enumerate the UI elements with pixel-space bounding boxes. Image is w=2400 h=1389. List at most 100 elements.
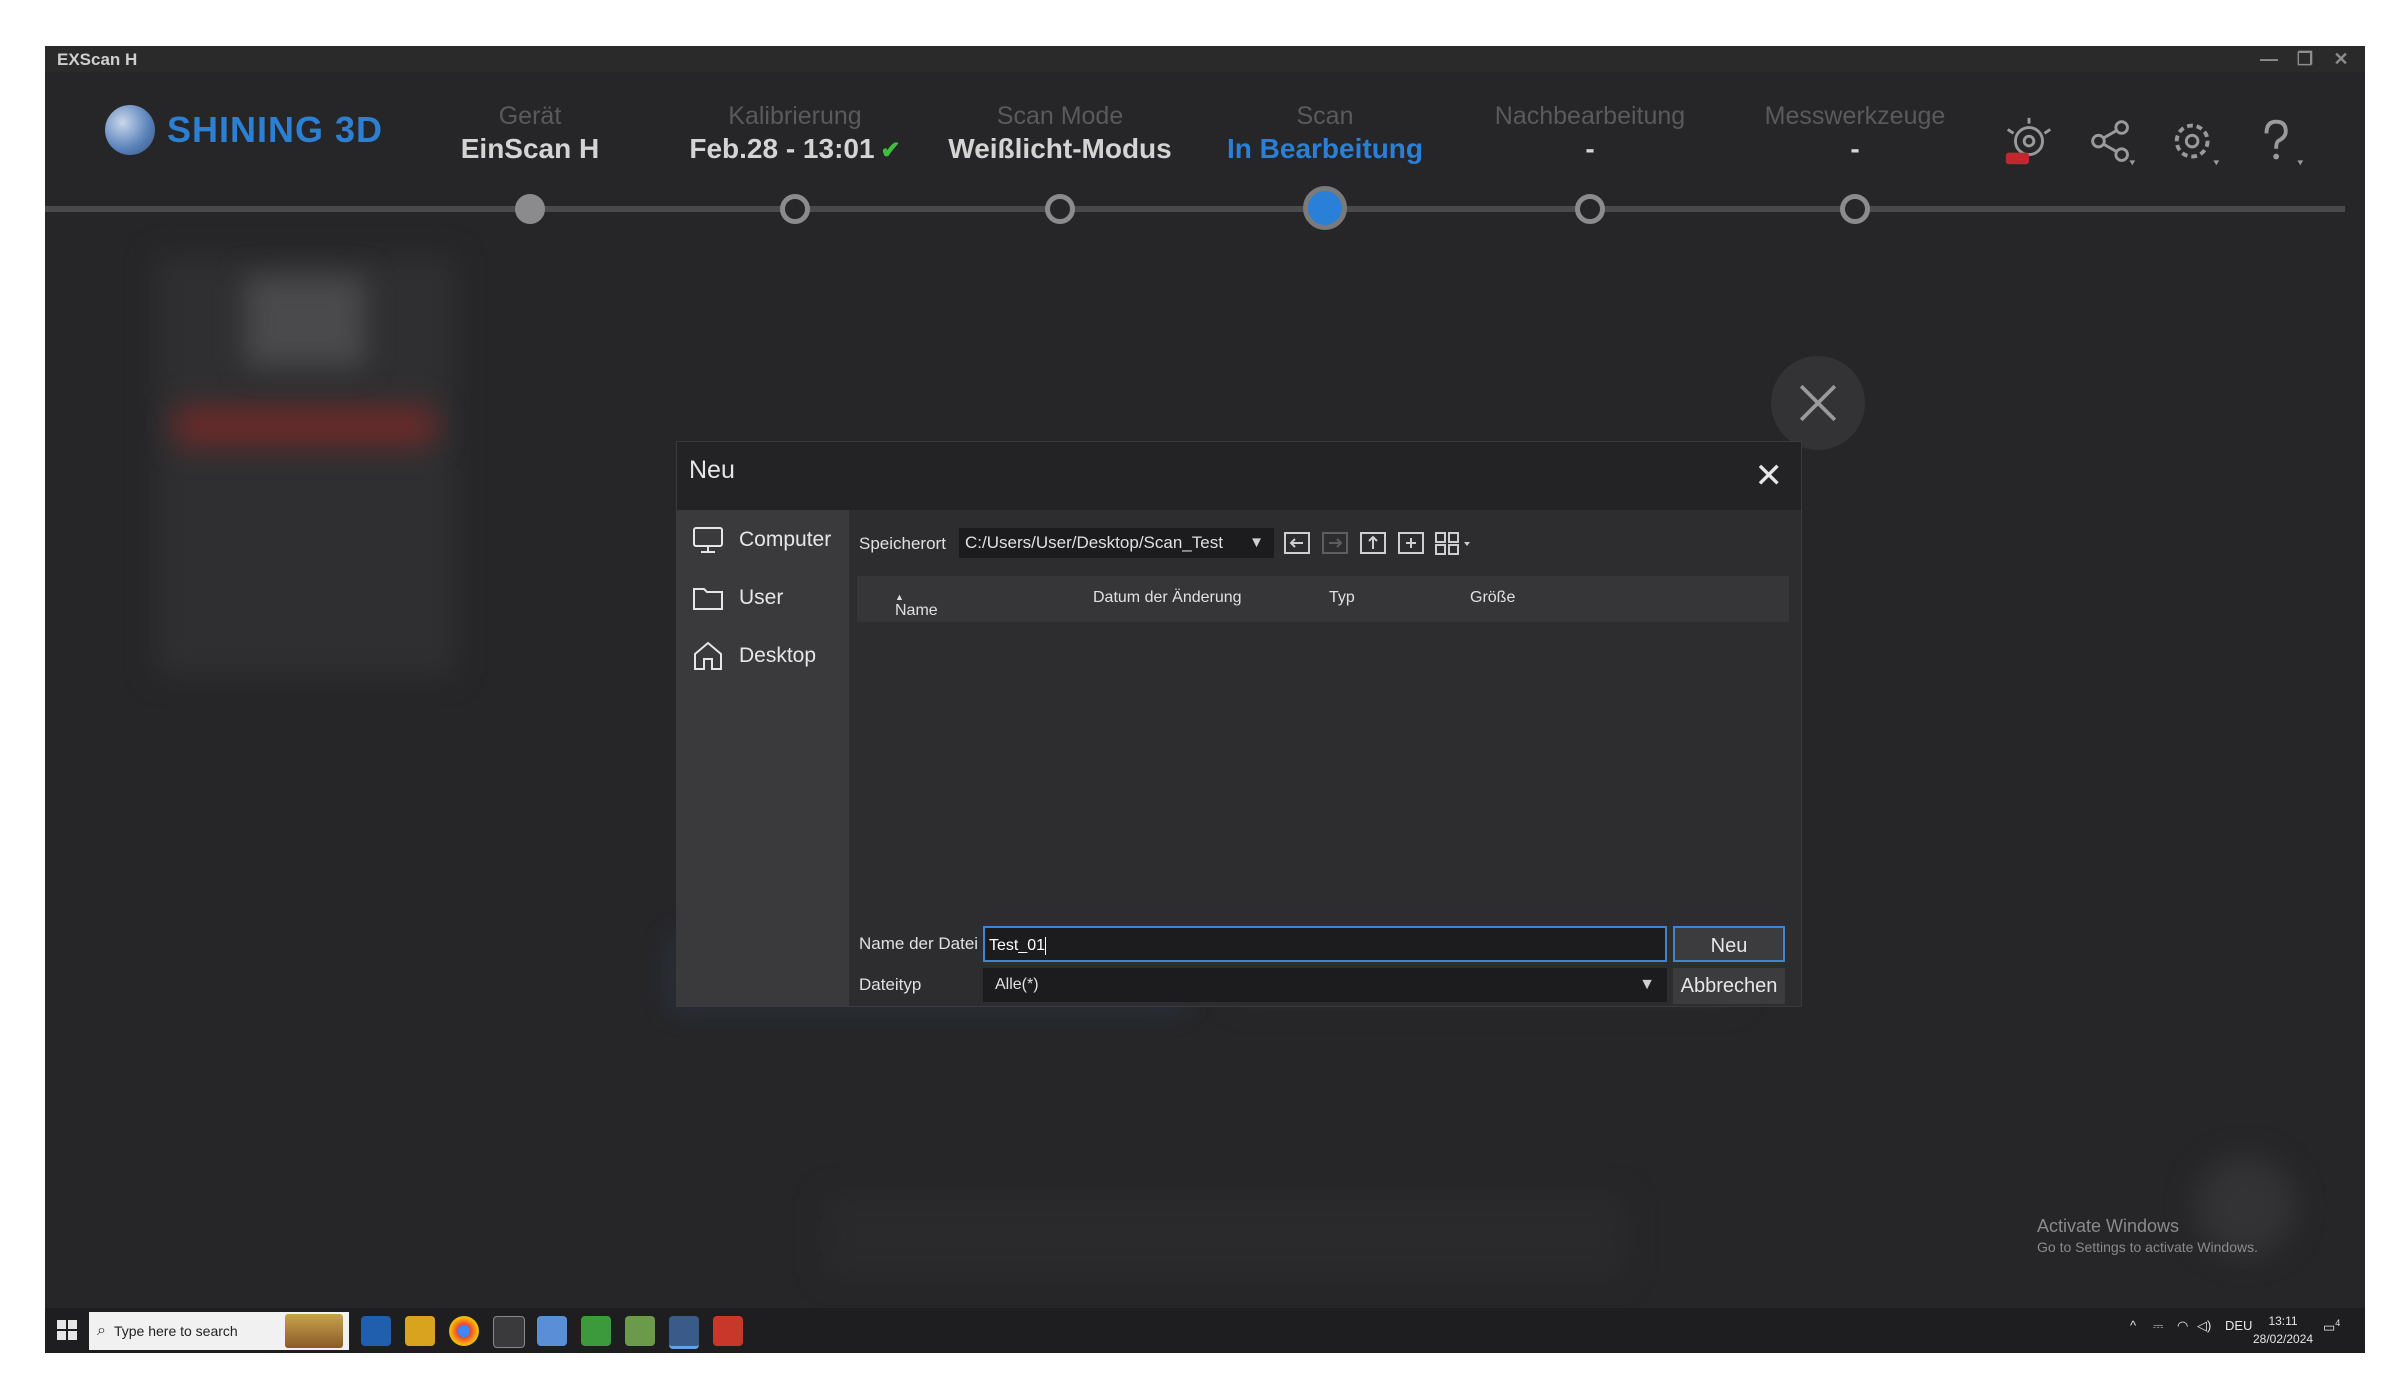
step-node-calibration[interactable] [780,194,810,224]
step-calibration[interactable]: Kalibrierung Feb.28 - 13:01 ✔ [645,102,945,165]
column-size[interactable]: Größe [1470,589,1515,607]
filetype-value: Alle(*) [995,976,1039,993]
step-post-processing[interactable]: Nachbearbeitung - [1440,102,1740,165]
dropdown-arrow-icon: ▼ [1249,534,1264,551]
minimize-button[interactable]: — [2251,46,2287,72]
gear-icon-svg [2174,123,2220,166]
dialog-main: Speicherort C:/Users/User/Desktop/Scan_T… [849,510,1801,1006]
step-label: Scan [1296,102,1354,130]
new-feature-icon[interactable] [2000,114,2070,184]
restore-button[interactable]: ❐ [2287,46,2323,72]
step-label: Kalibrierung [728,102,862,130]
step-scan[interactable]: Scan In Bearbeitung [1175,102,1475,165]
window-title: EXScan H [57,50,138,69]
close-overlay-button[interactable] [1771,356,1865,450]
parent-folder-button[interactable] [1357,528,1389,558]
clock-time: 13:11 [2268,1314,2298,1328]
step-label: Gerät [498,102,562,130]
sidebar-item-label: User [739,586,784,609]
file-explorer-app-icon[interactable] [405,1316,435,1346]
network-icon[interactable]: ⎓ [2153,1318,2163,1334]
sidebar-item-desktop[interactable]: Desktop [677,630,849,682]
back-button[interactable] [1281,528,1313,558]
shining3d-app-icon[interactable] [713,1316,743,1346]
blurred-element [245,276,365,366]
check-icon: ✔ [880,137,901,164]
step-value-wrap: Feb.28 - 13:01 ✔ [645,133,945,165]
close-window-button[interactable]: ✕ [2323,46,2359,72]
search-placeholder: Type here to search [113,1323,238,1339]
filename-input[interactable]: Test_01 [983,926,1667,962]
step-node-device[interactable] [515,194,545,224]
sidebar-item-computer[interactable]: Computer [677,514,849,566]
brand-logo: SHINING 3D [105,102,383,158]
dialog-title: Neu [689,456,735,484]
home-icon [694,641,722,670]
location-value: C:/Users/User/Desktop/Scan_Test [965,533,1223,552]
security-app-icon[interactable] [581,1316,611,1346]
location-dropdown[interactable]: C:/Users/User/Desktop/Scan_Test ▼ [959,528,1274,558]
step-measure-tools[interactable]: Messwerkzeuge - [1705,102,2005,165]
dialog-close-button[interactable]: ✕ [1755,456,1784,496]
new-folder-button[interactable] [1395,528,1427,558]
blurred-footer [825,1196,1625,1276]
blurred-element [175,406,435,446]
step-node-post-processing[interactable] [1575,194,1605,224]
notification-center-icon[interactable]: ▭4 [2323,1318,2340,1335]
file-list[interactable] [857,622,1789,916]
activation-watermark: Activate Windows Go to Settings to activ… [2037,1216,2258,1255]
dialog-header: Neu ✕ [677,442,1801,510]
progress-line [45,206,2345,212]
taskbar-search-box[interactable]: ⌕ Type here to search [89,1312,349,1350]
app-window: EXScan H — ❐ ✕ SHINING 3D Gerät EinScan … [45,46,2365,1353]
step-value: EinScan H [460,133,600,164]
tray-chevron-icon[interactable]: ^ [2130,1318,2136,1333]
sidebar-item-user[interactable]: User [677,572,849,624]
step-node-measure-tools[interactable] [1840,194,1870,224]
create-button[interactable]: Neu [1673,926,1785,962]
powershell-app-icon[interactable] [361,1316,391,1346]
new-file-dialog: Neu ✕ Computer User Desktop Speicherort … [677,442,1801,1006]
forward-button[interactable] [1319,528,1351,558]
help-icon-svg [2264,119,2304,166]
watermark-title: Activate Windows [2037,1216,2180,1236]
step-node-scan[interactable] [1303,186,1347,230]
step-scan-mode[interactable]: Scan Mode Weißlicht-Modus [910,102,1210,165]
chrome-app-icon[interactable] [449,1316,479,1346]
column-name[interactable]: Name ▲ [895,589,938,619]
column-type[interactable]: Typ [1329,589,1355,607]
step-value: Weißlicht-Modus [948,133,1172,164]
taskbar-clock[interactable]: 13:11 28/02/2024 [2253,1312,2313,1348]
column-date[interactable]: Datum der Änderung [1093,589,1242,607]
back-icon [1284,532,1310,554]
terminal-app-icon[interactable] [493,1316,525,1348]
sort-ascending-icon: ▲ [895,592,904,602]
share-icon[interactable] [2083,114,2153,184]
help-icon[interactable] [2251,114,2321,184]
wifi-icon[interactable]: ◠ [2177,1318,2188,1334]
search-icon: ⌕ [97,1322,106,1339]
step-value: In Bearbeitung [1226,133,1423,164]
sidebar-item-label: Desktop [739,644,817,667]
title-bar: EXScan H — ❐ ✕ [45,46,2365,72]
globe-icon [105,105,155,155]
volume-icon[interactable]: ◁) [2197,1318,2211,1334]
location-label: Speicherort [859,534,946,553]
filetype-dropdown[interactable]: Alle(*) ▼ [983,968,1667,1002]
clock-date: 28/02/2024 [2253,1332,2314,1346]
up-folder-icon [1360,532,1386,554]
view-mode-button[interactable] [1433,528,1479,558]
cancel-button[interactable]: Abbrechen [1673,968,1785,1004]
tool-app-icon[interactable] [625,1316,655,1346]
language-indicator[interactable]: DEU [2225,1318,2252,1333]
exscan-app-icon[interactable] [669,1316,699,1349]
step-node-scan-mode[interactable] [1045,194,1075,224]
mail-app-icon[interactable] [537,1316,567,1346]
grid-view-icon [1435,532,1470,555]
dropdown-arrow-icon: ▼ [1639,976,1655,993]
dialog-sidebar: Computer User Desktop [677,510,849,1006]
step-device[interactable]: Gerät EinScan H [380,102,680,165]
gear-icon[interactable] [2167,114,2237,184]
windows-start-icon[interactable] [55,1318,79,1342]
file-list-header: Name ▲ Datum der Änderung Typ Größe [857,576,1789,622]
